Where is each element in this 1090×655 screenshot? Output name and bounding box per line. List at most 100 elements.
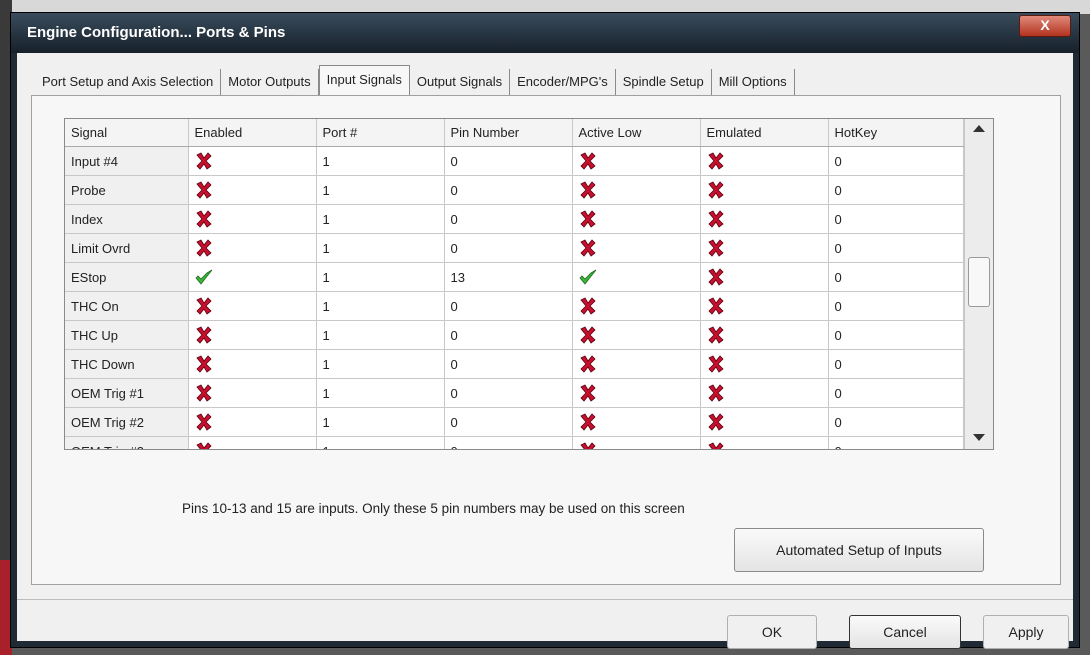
emulated-cell[interactable] xyxy=(700,262,829,292)
title-bar[interactable]: Engine Configuration... Ports & Pins X xyxy=(11,13,1079,53)
active-low-cell[interactable] xyxy=(572,175,701,205)
enabled-cell[interactable] xyxy=(188,407,317,437)
signal-cell[interactable]: OEM Trig #1 xyxy=(65,378,189,408)
table-row[interactable]: THC Up 1 0 0 xyxy=(65,320,964,350)
hotkey-cell[interactable]: 0 xyxy=(828,320,964,350)
active-low-cell[interactable] xyxy=(572,378,701,408)
signal-cell[interactable]: OEM Trig #3 xyxy=(65,436,189,449)
signal-cell[interactable]: THC Up xyxy=(65,320,189,350)
signal-cell[interactable]: EStop xyxy=(65,262,189,292)
vertical-scrollbar[interactable] xyxy=(964,119,993,449)
active-low-cell[interactable] xyxy=(572,349,701,379)
port-cell[interactable]: 1 xyxy=(316,233,445,263)
hotkey-cell[interactable]: 0 xyxy=(828,233,964,263)
port-cell[interactable]: 1 xyxy=(316,291,445,321)
pin-number-cell[interactable]: 0 xyxy=(444,175,573,205)
emulated-cell[interactable] xyxy=(700,204,829,234)
pin-number-cell[interactable]: 0 xyxy=(444,349,573,379)
column-header[interactable]: Emulated xyxy=(700,119,829,147)
pin-number-cell[interactable]: 13 xyxy=(444,262,573,292)
enabled-cell[interactable] xyxy=(188,436,317,449)
enabled-cell[interactable] xyxy=(188,349,317,379)
column-header[interactable]: Signal xyxy=(65,119,189,147)
active-low-cell[interactable] xyxy=(572,233,701,263)
port-cell[interactable]: 1 xyxy=(316,320,445,350)
apply-button[interactable]: Apply xyxy=(983,615,1069,649)
signal-cell[interactable]: THC On xyxy=(65,291,189,321)
tab-mill-options[interactable]: Mill Options xyxy=(712,69,795,95)
automated-setup-button[interactable]: Automated Setup of Inputs xyxy=(734,528,984,572)
hotkey-cell[interactable]: 0 xyxy=(828,407,964,437)
enabled-cell[interactable] xyxy=(188,291,317,321)
pin-number-cell[interactable]: 0 xyxy=(444,146,573,176)
table-row[interactable]: THC On 1 0 0 xyxy=(65,291,964,321)
enabled-cell[interactable] xyxy=(188,262,317,292)
port-cell[interactable]: 1 xyxy=(316,349,445,379)
enabled-cell[interactable] xyxy=(188,378,317,408)
table-row[interactable]: THC Down 1 0 0 xyxy=(65,349,964,379)
table-row[interactable]: Limit Ovrd 1 0 0 xyxy=(65,233,964,263)
active-low-cell[interactable] xyxy=(572,204,701,234)
enabled-cell[interactable] xyxy=(188,233,317,263)
table-row[interactable]: OEM Trig #1 1 0 0 xyxy=(65,378,964,408)
hotkey-cell[interactable]: 0 xyxy=(828,291,964,321)
column-header[interactable]: Enabled xyxy=(188,119,317,147)
pin-number-cell[interactable]: 0 xyxy=(444,204,573,234)
active-low-cell[interactable] xyxy=(572,407,701,437)
port-cell[interactable]: 1 xyxy=(316,175,445,205)
table-row[interactable]: Input #4 1 0 0 xyxy=(65,146,964,176)
emulated-cell[interactable] xyxy=(700,436,829,449)
hotkey-cell[interactable]: 0 xyxy=(828,349,964,379)
tab-port-setup-and-axis-selection[interactable]: Port Setup and Axis Selection xyxy=(35,69,222,95)
scroll-up-arrow-icon[interactable] xyxy=(973,125,985,132)
port-cell[interactable]: 1 xyxy=(316,378,445,408)
hotkey-cell[interactable]: 0 xyxy=(828,262,964,292)
pin-number-cell[interactable]: 0 xyxy=(444,407,573,437)
active-low-cell[interactable] xyxy=(572,262,701,292)
active-low-cell[interactable] xyxy=(572,320,701,350)
pin-number-cell[interactable]: 0 xyxy=(444,291,573,321)
active-low-cell[interactable] xyxy=(572,436,701,449)
tab-encoder-mpg-s[interactable]: Encoder/MPG's xyxy=(510,69,616,95)
tab-spindle-setup[interactable]: Spindle Setup xyxy=(616,69,712,95)
port-cell[interactable]: 1 xyxy=(316,146,445,176)
port-cell[interactable]: 1 xyxy=(316,407,445,437)
emulated-cell[interactable] xyxy=(700,233,829,263)
tab-motor-outputs[interactable]: Motor Outputs xyxy=(221,69,319,95)
active-low-cell[interactable] xyxy=(572,146,701,176)
signal-cell[interactable]: Probe xyxy=(65,175,189,205)
hotkey-cell[interactable]: 0 xyxy=(828,378,964,408)
signal-cell[interactable]: OEM Trig #2 xyxy=(65,407,189,437)
pin-number-cell[interactable]: 0 xyxy=(444,320,573,350)
emulated-cell[interactable] xyxy=(700,175,829,205)
enabled-cell[interactable] xyxy=(188,146,317,176)
cancel-button[interactable]: Cancel xyxy=(849,615,961,649)
ok-button[interactable]: OK xyxy=(727,615,817,649)
table-row[interactable]: EStop 1 13 0 xyxy=(65,262,964,292)
emulated-cell[interactable] xyxy=(700,291,829,321)
pin-number-cell[interactable]: 0 xyxy=(444,233,573,263)
signal-cell[interactable]: Input #4 xyxy=(65,146,189,176)
scroll-down-arrow-icon[interactable] xyxy=(973,434,985,441)
scroll-thumb[interactable] xyxy=(968,257,990,307)
column-header[interactable]: Active Low xyxy=(572,119,701,147)
table-row[interactable]: OEM Trig #3100 xyxy=(65,436,964,449)
hotkey-cell[interactable]: 0 xyxy=(828,146,964,176)
signal-cell[interactable]: Index xyxy=(65,204,189,234)
hotkey-cell[interactable]: 0 xyxy=(828,204,964,234)
emulated-cell[interactable] xyxy=(700,407,829,437)
signal-cell[interactable]: Limit Ovrd xyxy=(65,233,189,263)
column-header[interactable]: HotKey xyxy=(828,119,964,147)
active-low-cell[interactable] xyxy=(572,291,701,321)
enabled-cell[interactable] xyxy=(188,175,317,205)
table-row[interactable]: Index 1 0 0 xyxy=(65,204,964,234)
column-header[interactable]: Port # xyxy=(316,119,445,147)
port-cell[interactable]: 1 xyxy=(316,204,445,234)
enabled-cell[interactable] xyxy=(188,320,317,350)
pin-number-cell[interactable]: 0 xyxy=(444,436,573,449)
enabled-cell[interactable] xyxy=(188,204,317,234)
port-cell[interactable]: 1 xyxy=(316,436,445,449)
hotkey-cell[interactable]: 0 xyxy=(828,175,964,205)
table-row[interactable]: Probe 1 0 0 xyxy=(65,175,964,205)
pin-number-cell[interactable]: 0 xyxy=(444,378,573,408)
